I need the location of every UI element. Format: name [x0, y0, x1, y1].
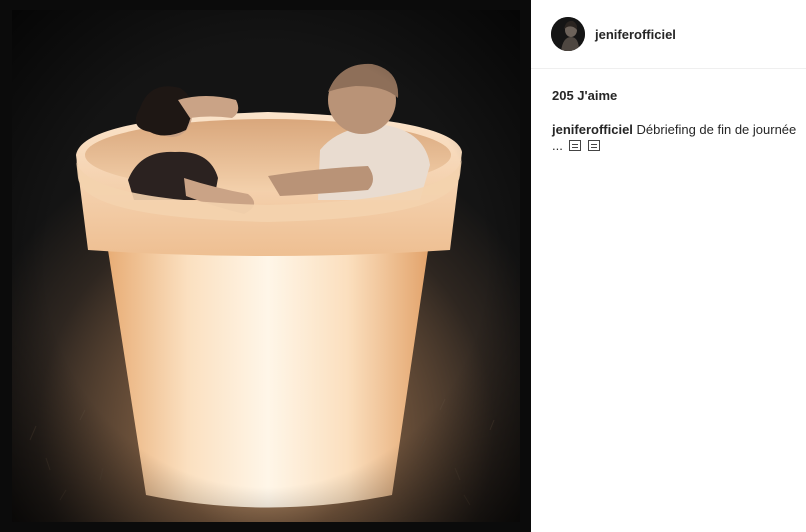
profile-photo-icon — [551, 17, 585, 51]
post-image — [0, 0, 531, 532]
unrendered-emoji-icon — [588, 140, 601, 151]
caption-username[interactable]: jeniferofficiel — [552, 122, 633, 137]
post-sidebar: jeniferofficiel 205 J'aime jeniferoffici… — [531, 0, 806, 532]
post-caption: jeniferofficiel Débriefing de fin de jou… — [552, 122, 804, 154]
likes-count[interactable]: 205 J'aime — [552, 88, 617, 103]
post-photo[interactable] — [0, 0, 531, 532]
unrendered-emoji-icon — [569, 140, 582, 151]
account-username[interactable]: jeniferofficiel — [595, 27, 676, 42]
post-header: jeniferofficiel — [531, 0, 806, 69]
avatar[interactable] — [551, 17, 585, 51]
